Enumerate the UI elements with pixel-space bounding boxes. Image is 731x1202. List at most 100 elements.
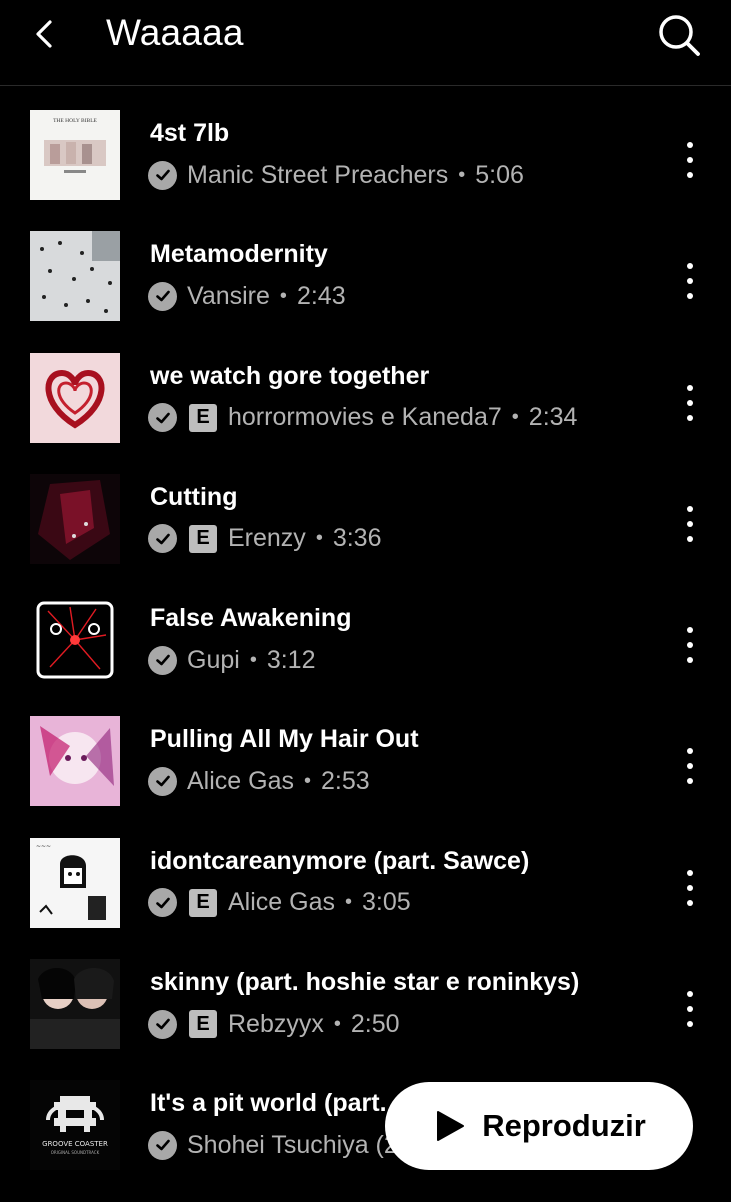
track-row[interactable]: skinny (part. hoshie star e roninkys) ER… (0, 959, 731, 1080)
track-title: Metamodernity (150, 240, 328, 269)
album-art (30, 959, 120, 1050)
cover-sketch: ~~~ (30, 837, 120, 928)
track-row[interactable]: THE HOLY BIBLE 4st 7lb Manic Street Prea… (0, 110, 731, 231)
separator-dot: • (249, 648, 257, 671)
play-button[interactable]: Reproduzir (385, 1082, 693, 1170)
svg-text:THE HOLY BIBLE: THE HOLY BIBLE (53, 118, 97, 124)
album-art (30, 595, 120, 686)
track-duration: 3:05 (362, 888, 411, 917)
track-title: Cutting (150, 482, 238, 511)
cover-heart (30, 352, 120, 443)
downloaded-check-icon (148, 1130, 177, 1160)
track-row[interactable]: we watch gore together Ehorrormovies e K… (0, 352, 731, 474)
more-options-button[interactable] (680, 505, 700, 542)
separator-dot: • (333, 1012, 341, 1035)
downloaded-check-icon (148, 766, 177, 796)
playlist-title: Waaaaa (106, 12, 244, 53)
track-duration: 2:50 (350, 1009, 400, 1038)
explicit-badge-icon: E (189, 1010, 217, 1039)
track-row[interactable]: False Awakening Gupi • 3:12 (0, 595, 731, 716)
play-icon (437, 1111, 465, 1141)
track-artist: Erenzy (228, 524, 306, 553)
search-button[interactable] (656, 12, 702, 58)
album-art (30, 231, 120, 322)
track-artist: horrormovies e Kaneda7 (228, 403, 502, 432)
more-options-button[interactable] (680, 627, 700, 664)
track-artist: Rebzyyx (228, 1009, 324, 1038)
track-title: 4st 7lb (150, 119, 230, 147)
cover-photo-duo (30, 959, 120, 1050)
more-options-button[interactable] (680, 384, 700, 421)
track-artist: Gupi (187, 645, 240, 674)
track-row[interactable]: Cutting E Erenzy • 3:36 (0, 473, 731, 595)
track-meta: E Rebzyyx • 2:50 (148, 1009, 400, 1039)
album-art (30, 352, 120, 443)
separator-dot: • (279, 284, 287, 307)
track-title: skinny (part. hoshie star e roninkys) (150, 968, 580, 997)
cover-groove-coaster: GROOVE COASTER ORIGINAL SOUNDTRACK (30, 1080, 120, 1171)
track-title: It's a pit world (part. (150, 1089, 387, 1118)
album-art: ~~~ (30, 837, 120, 928)
album-art (30, 473, 120, 564)
svg-text:ORIGINAL SOUNDTRACK: ORIGINAL SOUNDTRACK (51, 1150, 100, 1155)
track-title: idontcareanymore (part. Sawce) (150, 846, 530, 875)
track-duration: 3:36 (332, 524, 382, 553)
back-button[interactable] (26, 16, 62, 52)
separator-dot: • (344, 891, 352, 914)
album-art: GROOVE COASTER ORIGINAL SOUNDTRACK (30, 1080, 120, 1171)
downloaded-check-icon (148, 160, 177, 190)
track-title: Pulling All My Hair Out (150, 725, 419, 754)
separator-dot: • (315, 527, 323, 550)
track-duration: 5:06 (475, 160, 524, 189)
top-bar: Waaaaa (0, 0, 731, 86)
track-meta: E Alice Gas • 3:05 (148, 888, 411, 918)
cover-red-lines (30, 595, 120, 686)
separator-dot: • (511, 406, 519, 429)
explicit-badge-icon: E (189, 888, 217, 917)
track-duration: 2:53 (321, 766, 370, 795)
track-row[interactable]: Metamodernity Vansire • 2:43 (0, 231, 731, 352)
track-row[interactable]: ~~~ idontcareanymore (part. Sawce) E Alic… (0, 837, 731, 959)
downloaded-check-icon (148, 888, 177, 918)
more-options-button[interactable] (680, 869, 700, 906)
svg-text:GROOVE COASTER: GROOVE COASTER (42, 1140, 108, 1148)
track-title: we watch gore together (150, 361, 430, 390)
track-artist: Vansire (187, 281, 270, 310)
cover-dark-red (30, 473, 120, 564)
more-options-button[interactable] (680, 142, 700, 178)
track-duration: 2:43 (296, 281, 346, 310)
track-artist: Alice Gas (187, 766, 294, 795)
downloaded-check-icon (148, 1009, 177, 1039)
more-options-button[interactable] (680, 263, 700, 300)
track-artist: Manic Street Preachers (187, 160, 449, 189)
downloaded-check-icon (148, 403, 177, 433)
track-list: THE HOLY BIBLE 4st 7lb Manic Street Prea… (0, 110, 731, 1202)
track-row[interactable]: Pulling All My Hair Out Alice Gas • 2:53 (0, 716, 731, 837)
more-options-button[interactable] (680, 748, 700, 785)
downloaded-check-icon (148, 645, 177, 675)
track-meta: Ehorrormovies e Kaneda7 • 2:34 (148, 403, 577, 433)
separator-dot: • (303, 769, 311, 792)
separator-dot: • (458, 163, 466, 186)
album-art: THE HOLY BIBLE (30, 110, 120, 200)
track-meta: Alice Gas • 2:53 (148, 766, 370, 796)
track-duration: 3:12 (266, 645, 316, 674)
track-artist: Shohei Tsuchiya (2 (187, 1130, 398, 1159)
more-options-button[interactable] (680, 991, 700, 1028)
track-meta: Gupi • 3:12 (148, 645, 316, 675)
track-meta: E Erenzy • 3:36 (148, 524, 382, 554)
cover-crowd (30, 231, 120, 322)
cover-pink-anime (30, 716, 120, 807)
search-icon (659, 15, 700, 56)
play-button-label: Reproduzir (482, 1108, 646, 1143)
track-meta: Shohei Tsuchiya (2 (148, 1130, 398, 1160)
explicit-badge-icon: E (189, 524, 217, 553)
track-title: False Awakening (150, 604, 352, 633)
downloaded-check-icon (148, 281, 177, 311)
downloaded-check-icon (148, 524, 177, 554)
album-art (30, 716, 120, 807)
track-artist: Alice Gas (228, 888, 335, 917)
track-duration: 2:34 (528, 403, 578, 432)
track-meta: Vansire • 2:43 (148, 281, 346, 311)
track-meta: Manic Street Preachers • 5:06 (148, 160, 524, 190)
